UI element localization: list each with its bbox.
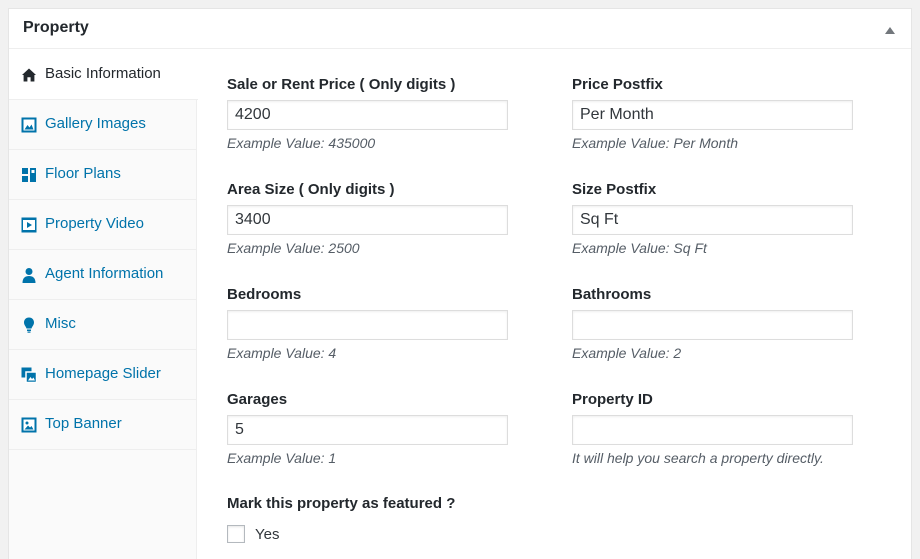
property-id-field: Property ID It will help you search a pr…	[572, 390, 862, 466]
property-id-label: Property ID	[572, 391, 653, 408]
area-input[interactable]	[227, 205, 508, 235]
tab-property-video[interactable]: Property Video	[9, 200, 197, 250]
tab-basic-information[interactable]: Basic Information	[9, 50, 198, 100]
tab-label: Agent Information	[45, 265, 164, 282]
slider-icon	[21, 367, 37, 383]
tab-homepage-slider[interactable]: Homepage Slider	[9, 350, 197, 400]
bathrooms-field: Bathrooms Example Value: 2	[572, 285, 862, 361]
bedrooms-hint: Example Value: 4	[227, 345, 337, 361]
size-postfix-hint: Example Value: Sq Ft	[572, 240, 707, 256]
video-icon	[21, 217, 37, 233]
tab-label: Basic Information	[45, 65, 161, 82]
size-postfix-label: Size Postfix	[572, 181, 657, 198]
tab-misc[interactable]: Misc	[9, 300, 197, 350]
garages-hint: Example Value: 1	[227, 450, 337, 466]
tab-label: Top Banner	[45, 415, 122, 432]
lightbulb-icon	[24, 317, 34, 333]
gallery-icon	[21, 117, 37, 133]
bedrooms-input[interactable]	[227, 310, 508, 340]
property-tabs: Basic Information Gallery Images Floor P…	[9, 50, 198, 559]
user-icon	[22, 268, 36, 283]
bathrooms-label: Bathrooms	[572, 286, 652, 303]
area-hint: Example Value: 2500	[227, 240, 360, 256]
featured-option-label[interactable]: Yes	[255, 526, 279, 543]
image-icon	[21, 417, 37, 433]
tab-label: Floor Plans	[45, 165, 121, 182]
garages-field: Garages Example Value: 1	[227, 390, 517, 466]
bathrooms-hint: Example Value: 2	[572, 345, 682, 361]
size-postfix-field: Size Postfix Example Value: Sq Ft	[572, 180, 862, 256]
basic-information-panel: Sale or Rent Price ( Only digits ) Examp…	[197, 50, 911, 559]
metabox-title: Property	[23, 19, 89, 36]
price-postfix-input[interactable]	[572, 100, 853, 130]
price-hint: Example Value: 435000	[227, 135, 376, 151]
area-field: Area Size ( Only digits ) Example Value:…	[227, 180, 517, 256]
property-id-hint: It will help you search a property direc…	[572, 450, 824, 466]
area-label: Area Size ( Only digits )	[227, 181, 395, 198]
price-input[interactable]	[227, 100, 508, 130]
tab-label: Homepage Slider	[45, 365, 161, 382]
collapse-toggle-icon[interactable]	[885, 27, 895, 34]
tab-label: Gallery Images	[45, 115, 146, 132]
garages-label: Garages	[227, 391, 288, 408]
price-label: Sale or Rent Price ( Only digits )	[227, 76, 456, 93]
price-postfix-label: Price Postfix	[572, 76, 663, 93]
tab-label: Property Video	[45, 215, 144, 232]
price-postfix-hint: Example Value: Per Month	[572, 135, 739, 151]
bedrooms-field: Bedrooms Example Value: 4	[227, 285, 517, 361]
metabox-header[interactable]: Property	[9, 9, 911, 49]
featured-checkbox[interactable]	[227, 525, 245, 543]
tab-gallery-images[interactable]: Gallery Images	[9, 100, 197, 150]
garages-input[interactable]	[227, 415, 508, 445]
home-icon	[22, 68, 36, 82]
size-postfix-input[interactable]	[572, 205, 853, 235]
tab-agent-information[interactable]: Agent Information	[9, 250, 197, 300]
property-metabox: Property Basic Information Gallery Image…	[8, 8, 912, 559]
floor-plan-icon	[22, 168, 36, 182]
price-field: Sale or Rent Price ( Only digits ) Examp…	[227, 75, 517, 151]
price-postfix-field: Price Postfix Example Value: Per Month	[572, 75, 862, 151]
featured-label: Mark this property as featured ?	[227, 495, 456, 512]
bathrooms-input[interactable]	[572, 310, 853, 340]
bedrooms-label: Bedrooms	[227, 286, 302, 303]
tab-floor-plans[interactable]: Floor Plans	[9, 150, 197, 200]
property-id-input[interactable]	[572, 415, 853, 445]
tab-top-banner[interactable]: Top Banner	[9, 400, 197, 450]
tab-label: Misc	[45, 315, 76, 332]
